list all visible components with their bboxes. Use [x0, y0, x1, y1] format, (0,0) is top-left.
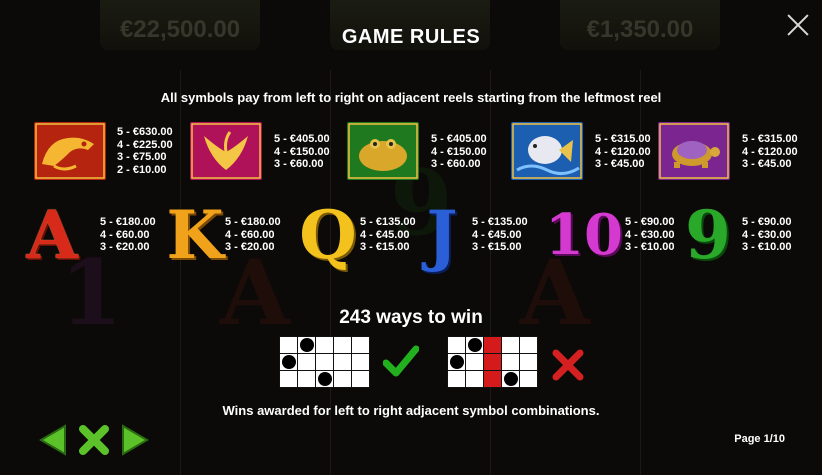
symbol-a-paytable: 5 - €180.00 4 - €60.00 3 - €20.00 [100, 216, 156, 253]
symbol-10-paytable: 5 - €90.00 4 - €30.00 3 - €10.00 [625, 216, 675, 253]
ways-title: 243 ways to win [339, 307, 483, 328]
dragon-paytable: 5 - €630.00 4 - €225.00 3 - €75.00 2 - €10.… [117, 126, 173, 176]
checkmark-icon [383, 345, 419, 377]
phoenix-icon [190, 122, 262, 180]
wins-text: Wins awarded for left to right adjacent … [222, 403, 600, 418]
valid-combination-grid [279, 336, 370, 388]
intro-text: All symbols pay from left to right on ad… [160, 90, 662, 105]
close-x-icon[interactable] [77, 423, 111, 457]
koi-fish-paytable: 5 - €315.00 4 - €120.00 3 - €45.00 [595, 133, 651, 170]
invalid-combination-grid [447, 336, 538, 388]
money-toad-icon [347, 122, 419, 180]
symbol-k-paytable: 5 - €180.00 4 - €60.00 3 - €20.00 [225, 216, 281, 253]
symbol-k: K [166, 196, 224, 274]
phoenix-paytable: 5 - €405.00 4 - €150.00 3 - €60.00 [274, 133, 330, 170]
symbol-9: 9 [685, 196, 731, 274]
money-toad-paytable: 5 - €405.00 4 - €150.00 3 - €60.00 [431, 133, 487, 170]
symbol-9-paytable: 5 - €90.00 4 - €30.00 3 - €10.00 [742, 216, 792, 253]
cross-icon [552, 349, 584, 381]
turtle-paytable: 5 - €315.00 4 - €120.00 3 - €45.00 [742, 133, 798, 170]
symbol-q: Q [299, 196, 357, 274]
arrow-left-icon[interactable] [37, 423, 69, 457]
dragon-icon [34, 122, 106, 180]
symbol-10: 10 [545, 202, 623, 268]
arrow-right-icon[interactable] [119, 423, 151, 457]
page-indicator: Page 1/10 [734, 433, 785, 445]
symbol-q-paytable: 5 - €135.00 4 - €45.00 3 - €15.00 [360, 216, 416, 253]
symbol-j-paytable: 5 - €135.00 4 - €45.00 3 - €15.00 [472, 216, 528, 253]
symbol-a: A [26, 196, 78, 274]
page-title: GAME RULES [341, 26, 481, 48]
turtle-icon [658, 122, 730, 180]
symbol-j: J [426, 196, 458, 274]
close-icon[interactable] [786, 13, 810, 37]
koi-fish-icon [511, 122, 583, 180]
